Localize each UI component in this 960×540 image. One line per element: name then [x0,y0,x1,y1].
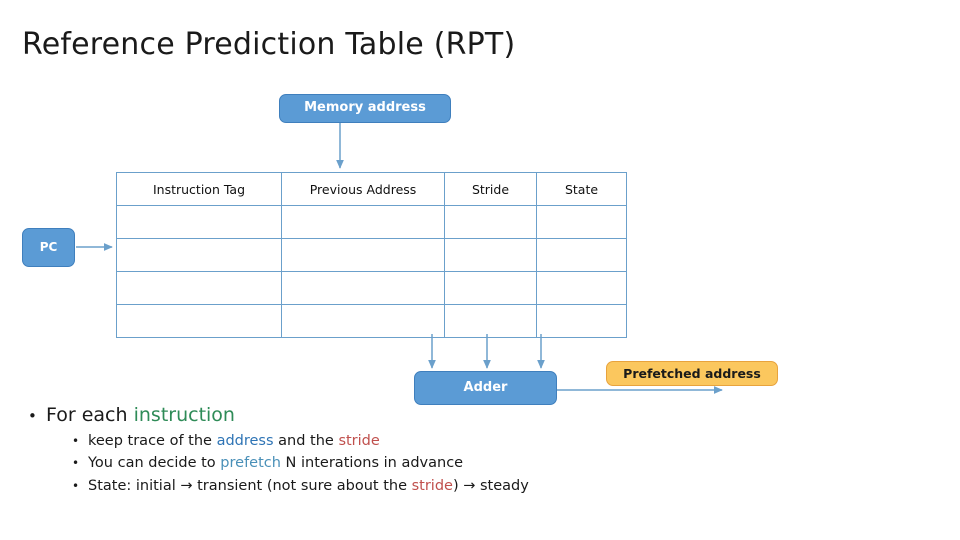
bullet-level2-item: • keep trace of the address and the stri… [72,430,728,452]
cell-instruction-tag[interactable] [116,238,282,272]
bullet-level2-item: • State: initial → transient (not sure a… [72,475,728,497]
memory-address-box: Memory address [279,94,451,123]
segment-text: and the [273,432,339,449]
segment-text: You can decide to [88,455,221,472]
column-header-previous-address: Previous Address [281,172,445,206]
segment-text: keep trace of the [88,432,217,449]
pc-box: PC [22,228,75,267]
cell-previous-address[interactable] [281,304,445,338]
segment-prefetch: prefetch [220,455,281,472]
cell-state[interactable] [536,271,627,305]
cell-stride[interactable] [444,205,537,239]
cell-state[interactable] [536,304,627,338]
cell-previous-address[interactable] [281,238,445,272]
bullet-marker-icon: • [28,407,37,425]
table-header-row: Instruction Tag Previous Address Stride … [116,172,627,206]
segment-stride: stride [338,432,380,449]
bullet-level1-text: For each [46,404,134,426]
bullet-level1: • For each instruction [28,404,728,428]
prefetched-address-box: Prefetched address [606,361,778,386]
cell-instruction-tag[interactable] [116,271,282,305]
page-title: Reference Prediction Table (RPT) [22,27,516,62]
cell-previous-address[interactable] [281,205,445,239]
cell-state[interactable] [536,238,627,272]
cell-stride[interactable] [444,238,537,272]
table-row [116,271,627,305]
adder-box: Adder [414,371,557,405]
column-header-state: State [536,172,627,206]
bullet-marker-icon: • [72,433,80,448]
cell-instruction-tag[interactable] [116,304,282,338]
segment-text: ) → steady [452,477,529,494]
segment-address: address [216,432,274,449]
bullet-marker-icon: • [72,478,80,493]
segment-stride: stride [411,477,453,494]
rpt-table: Instruction Tag Previous Address Stride … [116,172,627,338]
column-header-instruction-tag: Instruction Tag [116,172,282,206]
bullet-marker-icon: • [72,456,80,471]
table-row [116,205,627,239]
table-row [116,304,627,338]
bullet-level2-text: You can decide to prefetch N interations… [88,452,463,474]
segment-text: N interations in advance [280,455,464,472]
cell-previous-address[interactable] [281,271,445,305]
cell-stride[interactable] [444,304,537,338]
cell-stride[interactable] [444,271,537,305]
cell-instruction-tag[interactable] [116,205,282,239]
column-header-stride: Stride [444,172,537,206]
segment-text: State: initial → transient (not sure abo… [88,477,412,494]
bullet-level1-highlight: instruction [133,404,235,426]
table-row [116,238,627,272]
bullet-level2-text: keep trace of the address and the stride [88,430,380,452]
bullet-level2-item: • You can decide to prefetch N interatio… [72,452,728,474]
cell-state[interactable] [536,205,627,239]
bullet-level2-text: State: initial → transient (not sure abo… [88,475,529,497]
bullet-list: • For each instruction • keep trace of t… [28,404,728,497]
